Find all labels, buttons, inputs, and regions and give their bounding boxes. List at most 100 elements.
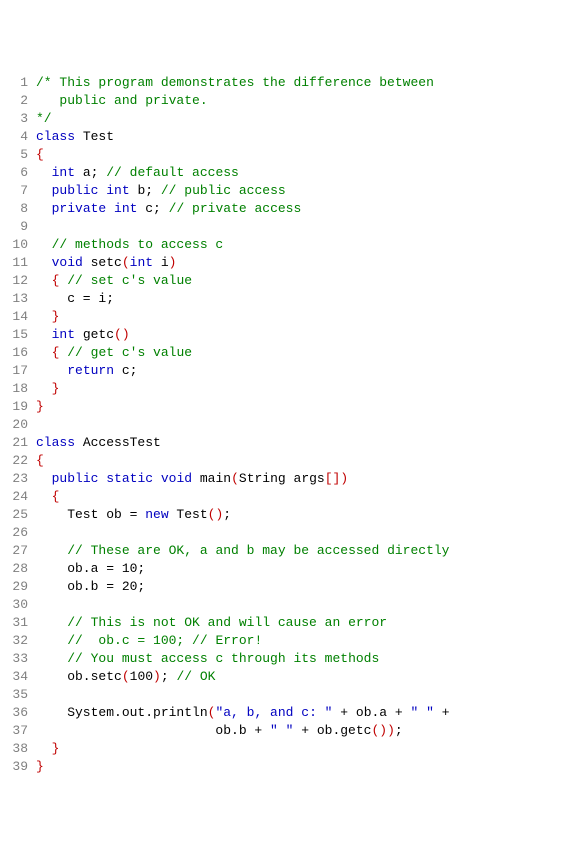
code-content	[36, 686, 580, 704]
line-number: 15	[0, 326, 36, 344]
code-content: {	[36, 488, 580, 506]
code-content: Test ob = new Test();	[36, 506, 580, 524]
code-line: 37 ob.b + " " + ob.getc());	[0, 722, 580, 740]
code-content	[36, 596, 580, 614]
code-line: 12 { // set c's value	[0, 272, 580, 290]
code-line: 27 // These are OK, a and b may be acces…	[0, 542, 580, 560]
code-content: ob.b + " " + ob.getc());	[36, 722, 580, 740]
code-line: 4class Test	[0, 128, 580, 146]
code-content: }	[36, 380, 580, 398]
code-line: 7 public int b; // public access	[0, 182, 580, 200]
code-content: // These are OK, a and b may be accessed…	[36, 542, 580, 560]
code-line: 24 {	[0, 488, 580, 506]
code-content: */	[36, 110, 580, 128]
code-line: 23 public static void main(String args[]…	[0, 470, 580, 488]
code-line: 2 public and private.	[0, 92, 580, 110]
line-number: 26	[0, 524, 36, 542]
line-number: 12	[0, 272, 36, 290]
line-number: 14	[0, 308, 36, 326]
code-line: 26	[0, 524, 580, 542]
line-number: 28	[0, 560, 36, 578]
line-number: 3	[0, 110, 36, 128]
code-line: 13 c = i;	[0, 290, 580, 308]
code-line: 5{	[0, 146, 580, 164]
code-line: 35	[0, 686, 580, 704]
line-number: 31	[0, 614, 36, 632]
code-content: { // get c's value	[36, 344, 580, 362]
code-content: }	[36, 740, 580, 758]
code-line: 1/* This program demonstrates the differ…	[0, 74, 580, 92]
code-content: /* This program demonstrates the differe…	[36, 74, 580, 92]
code-line: 10 // methods to access c	[0, 236, 580, 254]
code-line: 17 return c;	[0, 362, 580, 380]
code-line: 39}	[0, 758, 580, 776]
code-content: // You must access c through its methods	[36, 650, 580, 668]
line-number: 20	[0, 416, 36, 434]
line-number: 10	[0, 236, 36, 254]
code-line: 8 private int c; // private access	[0, 200, 580, 218]
code-content: ob.a = 10;	[36, 560, 580, 578]
line-number: 30	[0, 596, 36, 614]
code-line: 36 System.out.println("a, b, and c: " + …	[0, 704, 580, 722]
line-number: 38	[0, 740, 36, 758]
code-line: 30	[0, 596, 580, 614]
line-number: 35	[0, 686, 36, 704]
code-line: 15 int getc()	[0, 326, 580, 344]
code-content: return c;	[36, 362, 580, 380]
line-number: 36	[0, 704, 36, 722]
code-line: 16 { // get c's value	[0, 344, 580, 362]
code-content: public int b; // public access	[36, 182, 580, 200]
code-content	[36, 218, 580, 236]
line-number: 6	[0, 164, 36, 182]
code-content: }	[36, 758, 580, 776]
code-line: 33 // You must access c through its meth…	[0, 650, 580, 668]
code-content: // ob.c = 100; // Error!	[36, 632, 580, 650]
code-content	[36, 416, 580, 434]
code-line: 29 ob.b = 20;	[0, 578, 580, 596]
code-content: { // set c's value	[36, 272, 580, 290]
line-number: 22	[0, 452, 36, 470]
code-content: class Test	[36, 128, 580, 146]
line-number: 5	[0, 146, 36, 164]
code-line: 34 ob.setc(100); // OK	[0, 668, 580, 686]
code-content	[36, 524, 580, 542]
line-number: 39	[0, 758, 36, 776]
code-line: 6 int a; // default access	[0, 164, 580, 182]
code-line: 28 ob.a = 10;	[0, 560, 580, 578]
line-number: 16	[0, 344, 36, 362]
line-number: 2	[0, 92, 36, 110]
code-line: 20	[0, 416, 580, 434]
line-number: 27	[0, 542, 36, 560]
code-content: }	[36, 398, 580, 416]
code-line: 9	[0, 218, 580, 236]
code-content: void setc(int i)	[36, 254, 580, 272]
line-number: 29	[0, 578, 36, 596]
code-content: ob.setc(100); // OK	[36, 668, 580, 686]
code-line: 14 }	[0, 308, 580, 326]
line-number: 21	[0, 434, 36, 452]
code-content: int a; // default access	[36, 164, 580, 182]
line-number: 8	[0, 200, 36, 218]
code-line: 22{	[0, 452, 580, 470]
code-content: class AccessTest	[36, 434, 580, 452]
code-content: private int c; // private access	[36, 200, 580, 218]
line-number: 33	[0, 650, 36, 668]
line-number: 18	[0, 380, 36, 398]
line-number: 4	[0, 128, 36, 146]
code-content: {	[36, 146, 580, 164]
line-number: 19	[0, 398, 36, 416]
code-listing: 1/* This program demonstrates the differ…	[0, 74, 580, 776]
code-line: 11 void setc(int i)	[0, 254, 580, 272]
code-content: ob.b = 20;	[36, 578, 580, 596]
line-number: 37	[0, 722, 36, 740]
code-content: int getc()	[36, 326, 580, 344]
code-content: {	[36, 452, 580, 470]
code-content: // This is not OK and will cause an erro…	[36, 614, 580, 632]
line-number: 34	[0, 668, 36, 686]
line-number: 9	[0, 218, 36, 236]
code-content: // methods to access c	[36, 236, 580, 254]
line-number: 7	[0, 182, 36, 200]
code-line: 19}	[0, 398, 580, 416]
code-content: System.out.println("a, b, and c: " + ob.…	[36, 704, 580, 722]
code-content: public static void main(String args[])	[36, 470, 580, 488]
